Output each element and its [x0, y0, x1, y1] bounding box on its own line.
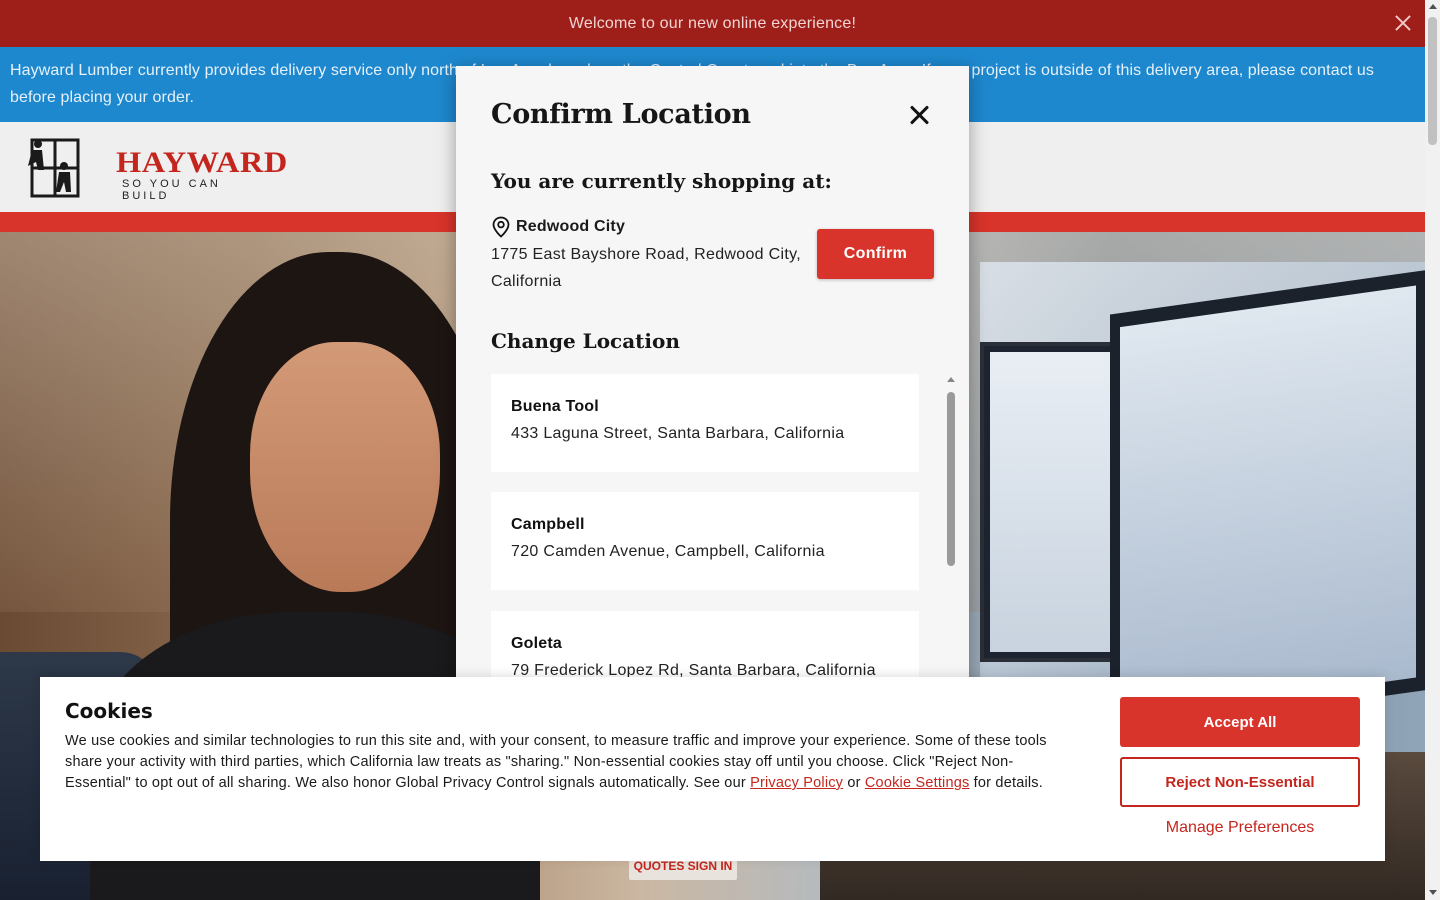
- confirm-location-modal: Confirm Location You are currently shopp…: [456, 66, 969, 706]
- page-scrollbar[interactable]: [1425, 0, 1440, 900]
- location-list: Buena Tool 433 Laguna Street, Santa Barb…: [491, 374, 919, 706]
- logo-wordmark: HAYWARD: [116, 146, 288, 179]
- logo-figures-icon: [28, 138, 80, 198]
- logo-tagline: SO YOU CAN BUILD: [122, 178, 221, 202]
- accept-all-button[interactable]: Accept All: [1120, 697, 1360, 747]
- scroll-up-icon[interactable]: [947, 377, 955, 382]
- monitor: [980, 342, 1120, 662]
- confirm-button[interactable]: Confirm: [817, 229, 934, 279]
- reject-non-essential-button[interactable]: Reject Non-Essential: [1120, 757, 1360, 807]
- scrollbar-thumb[interactable]: [947, 392, 955, 566]
- cookie-description: We use cookies and similar technologies …: [65, 733, 1047, 791]
- close-icon[interactable]: [908, 103, 932, 127]
- scroll-up-icon[interactable]: [1429, 4, 1437, 9]
- location-address: 433 Laguna Street, Santa Barbara, Califo…: [511, 425, 845, 442]
- location-list-scrollbar[interactable]: [945, 375, 957, 705]
- location-name: Buena Tool: [511, 398, 599, 415]
- hayward-logo[interactable]: HAYWARD SO YOU CAN BUILD: [24, 136, 287, 202]
- monitor: [1110, 269, 1425, 735]
- current-location-heading: You are currently shopping at:: [491, 169, 832, 193]
- scroll-down-icon[interactable]: [1429, 890, 1437, 895]
- map-pin-icon: [492, 216, 510, 238]
- location-address: 720 Camden Avenue, Campbell, California: [511, 543, 825, 560]
- cookie-settings-link[interactable]: Cookie Settings: [865, 775, 970, 791]
- location-card-buena-tool[interactable]: Buena Tool 433 Laguna Street, Santa Barb…: [491, 374, 919, 472]
- location-card-campbell[interactable]: Campbell 720 Camden Avenue, Campbell, Ca…: [491, 492, 919, 590]
- welcome-text: Welcome to our new online experience!: [568, 14, 857, 32]
- manage-preferences-link[interactable]: Manage Preferences: [1120, 819, 1360, 837]
- privacy-policy-link[interactable]: Privacy Policy: [750, 775, 843, 791]
- location-name: Goleta: [511, 635, 562, 652]
- cookie-banner: Cookies We use cookies and similar techn…: [40, 677, 1385, 861]
- cookie-title: Cookies: [65, 699, 153, 723]
- welcome-banner: Welcome to our new online experience!: [0, 0, 1425, 47]
- location-name: Campbell: [511, 516, 585, 533]
- scrollbar-thumb[interactable]: [1428, 17, 1437, 145]
- current-store-name: Redwood City: [516, 218, 626, 235]
- current-store-address: 1775 East Bayshore Road, Redwood City, C…: [491, 246, 801, 290]
- close-icon[interactable]: [1393, 13, 1413, 33]
- modal-title: Confirm Location: [491, 99, 751, 130]
- change-location-heading: Change Location: [491, 329, 680, 353]
